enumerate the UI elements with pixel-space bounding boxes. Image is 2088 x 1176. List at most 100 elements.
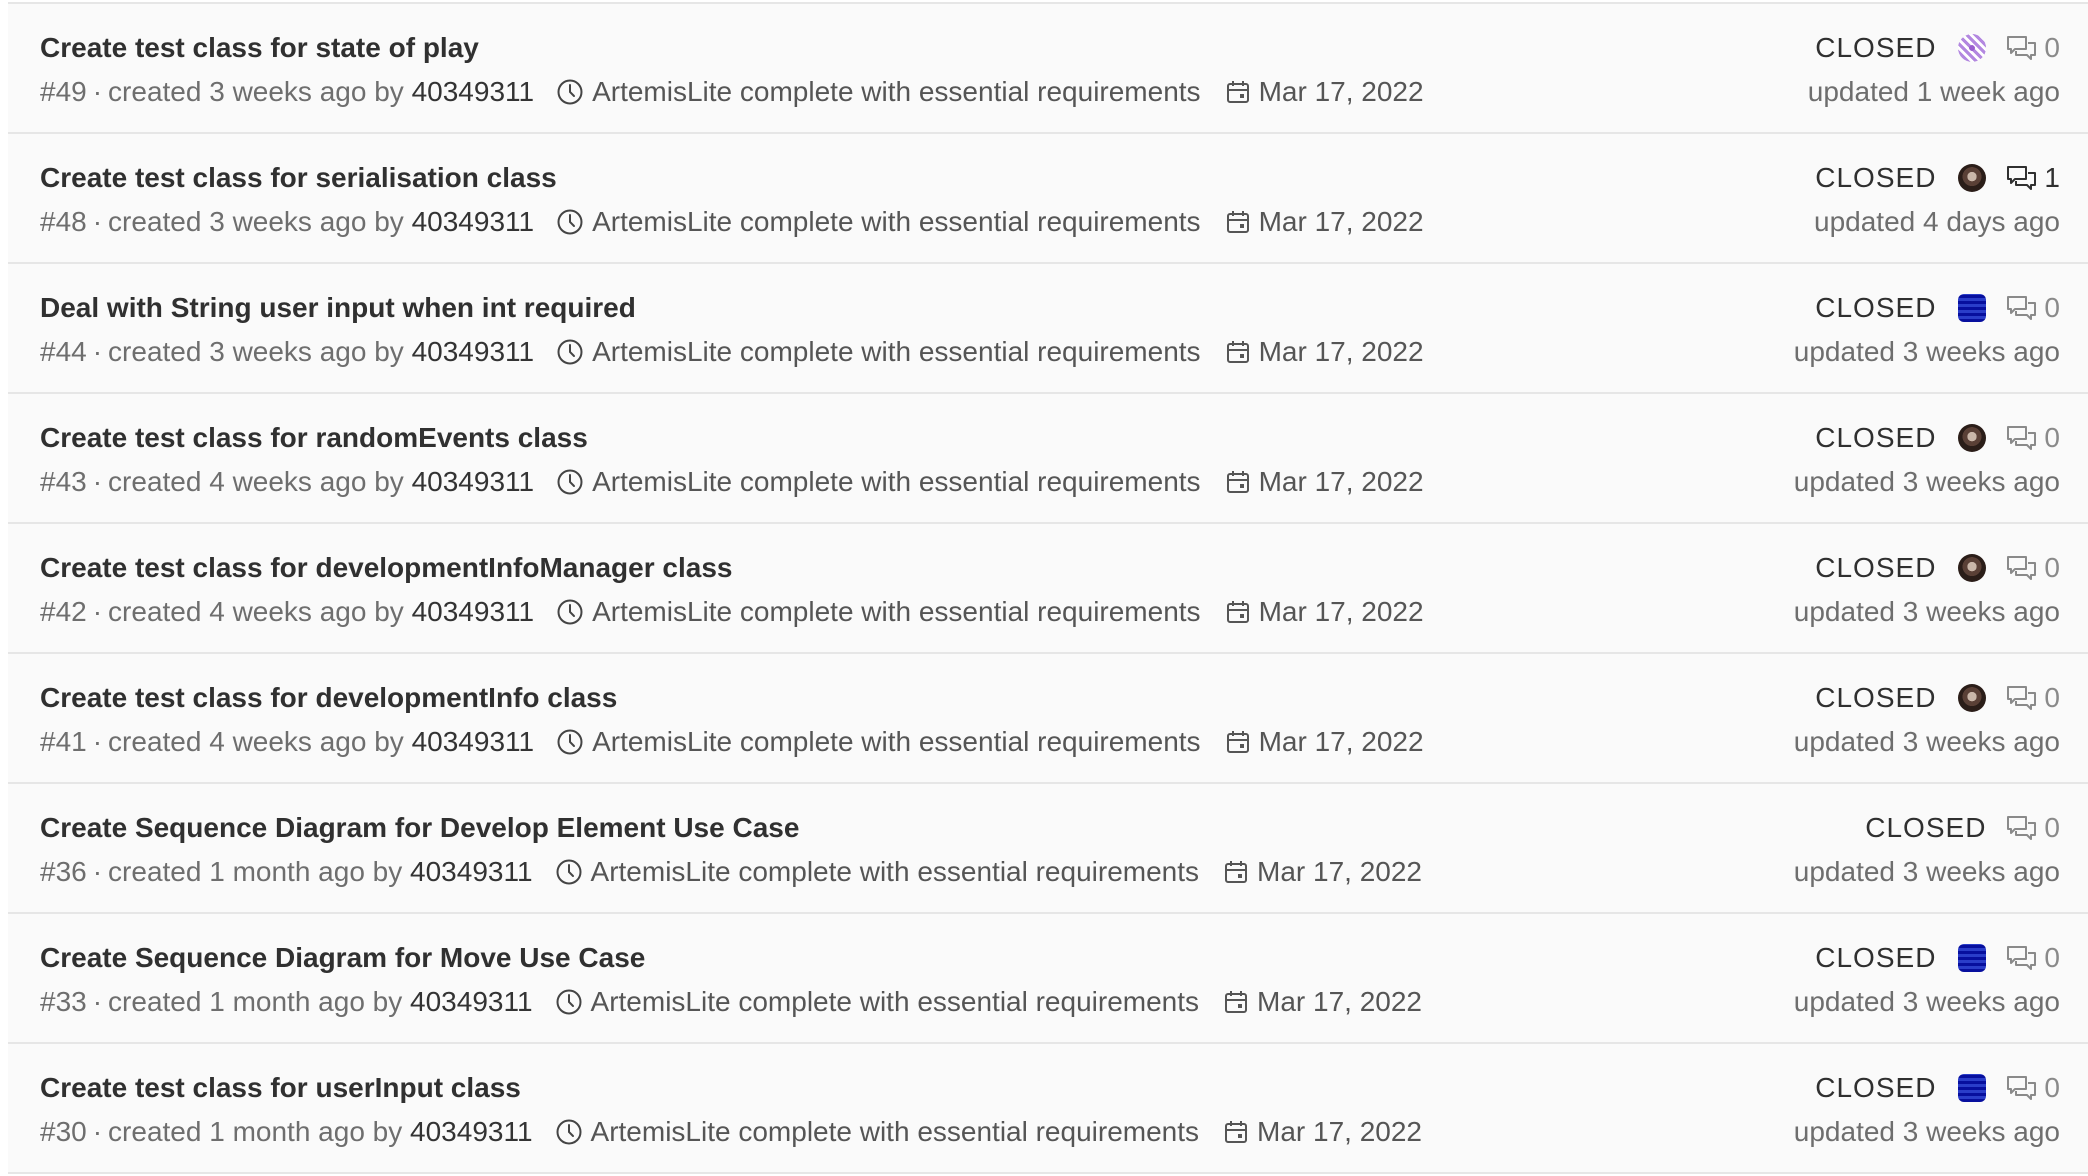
issue-number: #49 bbox=[40, 76, 87, 107]
issue-row: Create test class for developmentInfoMan… bbox=[8, 522, 2088, 652]
milestone-title: ArtemisLite complete with essential requ… bbox=[592, 336, 1201, 367]
comment-count: 0 bbox=[2044, 32, 2060, 63]
issue-created: created 1 month ago by bbox=[108, 856, 403, 887]
separator-dot: · bbox=[92, 336, 103, 367]
issue-author-link[interactable]: 40349311 bbox=[410, 856, 533, 888]
issue-title[interactable]: Create test class for developmentInfoMan… bbox=[40, 552, 732, 584]
issue-meta: #33 · created 1 month ago by 40349311 Ar… bbox=[40, 986, 1422, 1018]
comment-count: 0 bbox=[2044, 682, 2060, 713]
milestone-link[interactable]: ArtemisLite complete with essential requ… bbox=[555, 856, 1199, 888]
comments-link[interactable]: 0 bbox=[2006, 422, 2060, 454]
assignee-avatar[interactable] bbox=[1958, 1074, 1987, 1102]
issue-created: created 1 month ago by bbox=[108, 986, 403, 1017]
issue-title[interactable]: Create Sequence Diagram for Develop Elem… bbox=[40, 812, 799, 844]
issue-status-area: CLOSED 0 bbox=[1815, 942, 2060, 974]
milestone-title: ArtemisLite complete with essential requ… bbox=[592, 596, 1201, 627]
assignee-avatar[interactable] bbox=[1958, 554, 1987, 582]
milestone-link[interactable]: ArtemisLite complete with essential requ… bbox=[556, 596, 1201, 628]
calendar-icon bbox=[1226, 211, 1249, 233]
comment-count: 0 bbox=[2044, 942, 2060, 973]
milestone-link[interactable]: ArtemisLite complete with essential requ… bbox=[556, 206, 1201, 238]
issue-status-area: CLOSED 0 bbox=[1815, 682, 2060, 714]
issue-created: created 3 weeks ago by bbox=[108, 336, 404, 367]
issue-title[interactable]: Create test class for randomEvents class bbox=[40, 422, 588, 454]
issue-updated: updated 3 weeks ago bbox=[1793, 466, 2060, 497]
due-date: Mar 17, 2022 bbox=[1225, 206, 1424, 238]
assignee-avatar[interactable] bbox=[1958, 684, 1987, 712]
issue-updated: updated 3 weeks ago bbox=[1793, 1116, 2060, 1147]
issue-row: Create test class for developmentInfo cl… bbox=[8, 652, 2088, 782]
assignee-avatar[interactable] bbox=[1958, 944, 1987, 972]
issue-number: #33 bbox=[40, 986, 87, 1017]
issue-author-link[interactable]: 40349311 bbox=[412, 206, 535, 238]
comments-link[interactable]: 0 bbox=[2006, 292, 2060, 324]
due-date-text: Mar 17, 2022 bbox=[1258, 76, 1424, 107]
comments-link[interactable]: 0 bbox=[2006, 682, 2060, 714]
comment-icon bbox=[2007, 686, 2037, 710]
due-date: Mar 17, 2022 bbox=[1223, 856, 1422, 888]
calendar-icon bbox=[1225, 991, 1248, 1013]
milestone-link[interactable]: ArtemisLite complete with essential requ… bbox=[556, 336, 1201, 368]
comments-link[interactable]: 0 bbox=[2006, 1072, 2060, 1104]
assignee-avatar[interactable] bbox=[1958, 294, 1987, 322]
issue-title[interactable]: Create test class for serialisation clas… bbox=[40, 162, 557, 194]
comments-link[interactable]: 0 bbox=[2006, 32, 2060, 64]
milestone-title: ArtemisLite complete with essential requ… bbox=[592, 76, 1201, 107]
issue-status-area: CLOSED 0 bbox=[1815, 552, 2060, 584]
issue-number: #42 bbox=[40, 596, 87, 627]
issue-title[interactable]: Create test class for developmentInfo cl… bbox=[40, 682, 617, 714]
issue-author-link[interactable]: 40349311 bbox=[412, 726, 535, 758]
issue-title[interactable]: Create Sequence Diagram for Move Use Cas… bbox=[40, 942, 645, 974]
issue-author-link[interactable]: 40349311 bbox=[410, 986, 533, 1018]
comment-icon bbox=[2007, 296, 2037, 320]
issue-title[interactable]: Create test class for userInput class bbox=[40, 1072, 521, 1104]
issue-author-link[interactable]: 40349311 bbox=[412, 596, 535, 628]
issue-created: created 3 weeks ago by bbox=[108, 76, 404, 107]
assignee-avatar[interactable] bbox=[1958, 34, 1987, 62]
issue-meta: #49 · created 3 weeks ago by 40349311 Ar… bbox=[40, 76, 1424, 108]
milestone-link[interactable]: ArtemisLite complete with essential requ… bbox=[556, 726, 1201, 758]
status-badge: CLOSED bbox=[1815, 32, 1937, 63]
separator-dot: · bbox=[92, 726, 103, 757]
comments-link[interactable]: 0 bbox=[2006, 812, 2060, 844]
issue-author-link[interactable]: 40349311 bbox=[412, 466, 535, 498]
issue-title[interactable]: Create test class for state of play bbox=[40, 32, 479, 64]
issue-author-link[interactable]: 40349311 bbox=[412, 76, 535, 108]
due-date-text: Mar 17, 2022 bbox=[1258, 466, 1424, 497]
calendar-icon bbox=[1225, 861, 1248, 883]
issue-row: Create Sequence Diagram for Move Use Cas… bbox=[8, 912, 2088, 1042]
issue-title[interactable]: Deal with String user input when int req… bbox=[40, 292, 636, 324]
issue-created: created 1 month ago by bbox=[108, 1116, 403, 1147]
issue-list: Create test class for state of play #49 … bbox=[8, 2, 2088, 1174]
status-badge: CLOSED bbox=[1865, 812, 1987, 843]
milestone-link[interactable]: ArtemisLite complete with essential requ… bbox=[555, 986, 1199, 1018]
milestone-link[interactable]: ArtemisLite complete with essential requ… bbox=[556, 466, 1201, 498]
due-date-text: Mar 17, 2022 bbox=[1258, 206, 1424, 237]
due-date: Mar 17, 2022 bbox=[1223, 986, 1422, 1018]
issue-created: created 4 weeks ago by bbox=[108, 726, 404, 757]
issue-number: #48 bbox=[40, 206, 87, 237]
issue-author-link[interactable]: 40349311 bbox=[412, 336, 535, 368]
comment-icon bbox=[2007, 946, 2037, 970]
comment-count: 1 bbox=[2044, 162, 2060, 193]
comments-link[interactable]: 0 bbox=[2006, 552, 2060, 584]
issue-number: #30 bbox=[40, 1116, 87, 1147]
issue-meta: #42 · created 4 weeks ago by 40349311 Ar… bbox=[40, 596, 1424, 628]
milestone-link[interactable]: ArtemisLite complete with essential requ… bbox=[555, 1116, 1199, 1148]
comments-link[interactable]: 1 bbox=[2006, 162, 2060, 194]
assignee-avatar[interactable] bbox=[1958, 424, 1987, 452]
issue-status-area: CLOSED 0 bbox=[1865, 812, 2060, 844]
issue-meta: #36 · created 1 month ago by 40349311 Ar… bbox=[40, 856, 1422, 888]
milestone-title: ArtemisLite complete with essential requ… bbox=[592, 466, 1201, 497]
comment-icon bbox=[2007, 1076, 2037, 1100]
issue-author-link[interactable]: 40349311 bbox=[410, 1116, 533, 1148]
milestone-link[interactable]: ArtemisLite complete with essential requ… bbox=[556, 76, 1201, 108]
assignee-avatar[interactable] bbox=[1958, 164, 1987, 192]
comments-link[interactable]: 0 bbox=[2006, 942, 2060, 974]
issue-created: created 4 weeks ago by bbox=[108, 466, 404, 497]
issue-updated: updated 1 week ago bbox=[1807, 76, 2060, 107]
